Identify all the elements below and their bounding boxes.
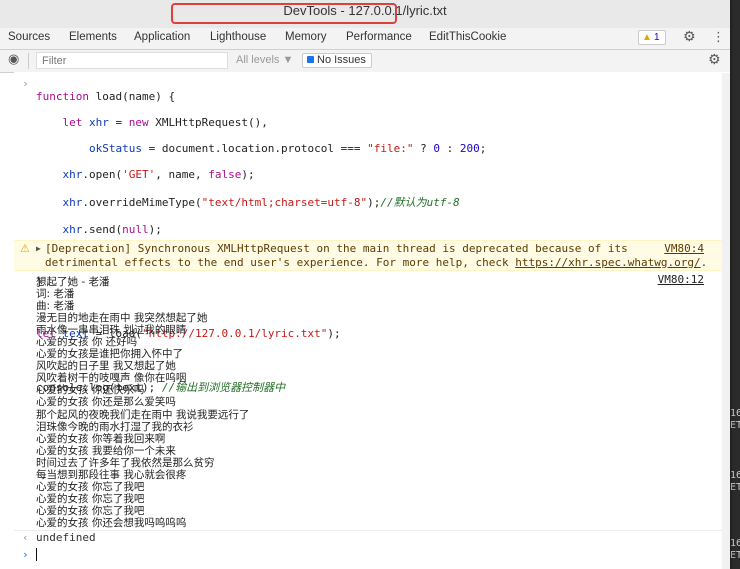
console-toolbar: ◉ All levels ▼ No Issues ⚙: [0, 50, 730, 73]
result-arrow-icon: ‹: [22, 531, 29, 544]
lyric-line: 风吹着树干的吱嘎声 像你在呜咽: [36, 372, 187, 385]
console-log-message: 想起了她 - 老潘 词: 老潘 曲: 老潘 漫无目的地走在雨中 我突然想起了她 雨水像一…: [14, 270, 730, 531]
lyric-line: 心爱的女孩 你忘了我吧: [36, 480, 145, 493]
input-chevron-icon: ›: [22, 77, 29, 90]
settings-gear-icon[interactable]: ⚙: [683, 29, 696, 45]
issues-button[interactable]: No Issues: [302, 53, 372, 68]
lyric-line: 漫无目的地走在雨中 我突然想起了她: [36, 312, 208, 325]
tab-sources[interactable]: Sources: [8, 31, 50, 43]
log-source-link[interactable]: VM80:12: [658, 273, 704, 286]
console-settings-gear-icon[interactable]: ⚙: [708, 52, 721, 68]
toolbar-divider: [28, 53, 29, 69]
more-menu-icon[interactable]: ⋮: [712, 30, 725, 45]
tab-elements[interactable]: Elements: [69, 31, 117, 43]
console-prompt[interactable]: ›: [14, 548, 730, 568]
lyric-line: 每当想到那段往事 我心就会很疼: [36, 468, 187, 481]
background-text: 16: [730, 408, 740, 419]
panel-tab-bar: Sources Elements Application Lighthouse …: [0, 28, 730, 50]
warning-tail: .: [700, 255, 708, 269]
code-line: xhr.overrideMimeType("text/html;charset=…: [62, 196, 460, 209]
return-value: undefined: [36, 531, 96, 544]
log-levels-dropdown[interactable]: All levels ▼: [236, 54, 293, 66]
code-line: function load(name) {: [36, 90, 176, 103]
live-expression-eye-icon[interactable]: ◉: [8, 52, 19, 67]
warning-count: 1: [654, 32, 660, 43]
deprecation-warning: ⚠ ▶ [Deprecation] Synchronous XMLHttpReq…: [14, 240, 730, 271]
background-text: 16: [730, 538, 740, 549]
lyric-line: 那个起风的夜晚我们走在雨中 我说我要远行了: [36, 408, 250, 421]
warning-text-line1: [Deprecation] Synchronous XMLHttpRequest…: [45, 242, 628, 255]
lyric-line: 心爱的女孩 我要给你一个未来: [36, 444, 176, 457]
expand-arrow-icon[interactable]: ▶: [36, 244, 41, 253]
window-title: DevTools - 127.0.0.1/lyric.txt: [283, 3, 447, 18]
warning-triangle-icon: ⚠: [20, 242, 30, 255]
lyric-text: 想起了她 - 老潘 词: 老潘 曲: 老潘 漫无目的地走在雨中 我突然想起了她 雨水像一…: [36, 274, 250, 529]
lyric-line: 想起了她 - 老潘: [36, 276, 110, 288]
background-text: ET: [730, 420, 740, 431]
lyric-line: 曲: 老潘: [36, 300, 75, 313]
warning-source-link[interactable]: VM80:4: [664, 242, 704, 255]
warning-text-line2: detrimental effects to the end user's ex…: [45, 255, 516, 269]
console-scrollbar[interactable]: [722, 73, 730, 569]
lyric-line: 时间过去了许多年了我依然是那么贫穷: [36, 456, 215, 469]
lyric-line: 风吹起的日子里 我又想起了她: [36, 360, 176, 373]
lyric-line: 心爱的女孩 你 还好吗: [36, 336, 138, 349]
tab-editthiscookie[interactable]: EditThisCookie: [429, 31, 506, 43]
code-line: xhr.open('GET', name, false);: [62, 168, 255, 181]
lyric-line: 心爱的女孩 你还快乐吗: [36, 384, 145, 397]
tab-lighthouse[interactable]: Lighthouse: [210, 31, 266, 43]
background-window-strip: 16 ET 16 ET 16 ET: [730, 0, 740, 569]
title-bar[interactable]: DevTools - 127.0.0.1/lyric.txt: [0, 0, 730, 29]
code-line: let xhr = new XMLHttpRequest(),: [62, 116, 268, 129]
tab-application[interactable]: Application: [134, 31, 190, 43]
lyric-line: 心爱的女孩是谁把你拥入怀中了: [36, 348, 183, 361]
lyric-line: 心爱的女孩 你还是那么爱笑吗: [36, 396, 176, 409]
lyric-line: 心爱的女孩 你忘了我吧: [36, 504, 145, 517]
tab-memory[interactable]: Memory: [285, 31, 327, 43]
console-output[interactable]: › function load(name) { let xhr = new XM…: [14, 72, 730, 569]
warning-count-badge[interactable]: ▲ 1: [638, 30, 666, 45]
lyric-line: 心爱的女孩 你还会想我吗呜呜呜: [36, 516, 187, 529]
lyric-line: 词: 老潘: [36, 288, 75, 301]
text-caret: [36, 548, 37, 561]
warning-icon: ▲: [642, 32, 652, 43]
background-text: ET: [730, 550, 740, 561]
tab-performance[interactable]: Performance: [346, 31, 412, 43]
background-text: ET: [730, 482, 740, 493]
lyric-line: 心爱的女孩 你等着我回来啊: [36, 432, 166, 445]
lyric-line: 心爱的女孩 你忘了我吧: [36, 492, 145, 505]
warning-help-link[interactable]: https://xhr.spec.whatwg.org/: [515, 256, 700, 269]
return-value-row: ‹ undefined: [14, 531, 730, 546]
prompt-chevron-icon: ›: [22, 548, 29, 561]
code-line: okStatus = document.location.protocol ==…: [88, 142, 487, 155]
code-line: xhr.send(null);: [62, 223, 162, 236]
lyric-line: 雨水像一串串泪珠 划过我的眼睛: [36, 324, 187, 337]
filter-input[interactable]: [36, 52, 228, 69]
background-text: 16: [730, 470, 740, 481]
issues-label: No Issues: [317, 54, 366, 66]
devtools-window: DevTools - 127.0.0.1/lyric.txt Sources E…: [0, 0, 730, 569]
issues-icon: [307, 56, 314, 63]
